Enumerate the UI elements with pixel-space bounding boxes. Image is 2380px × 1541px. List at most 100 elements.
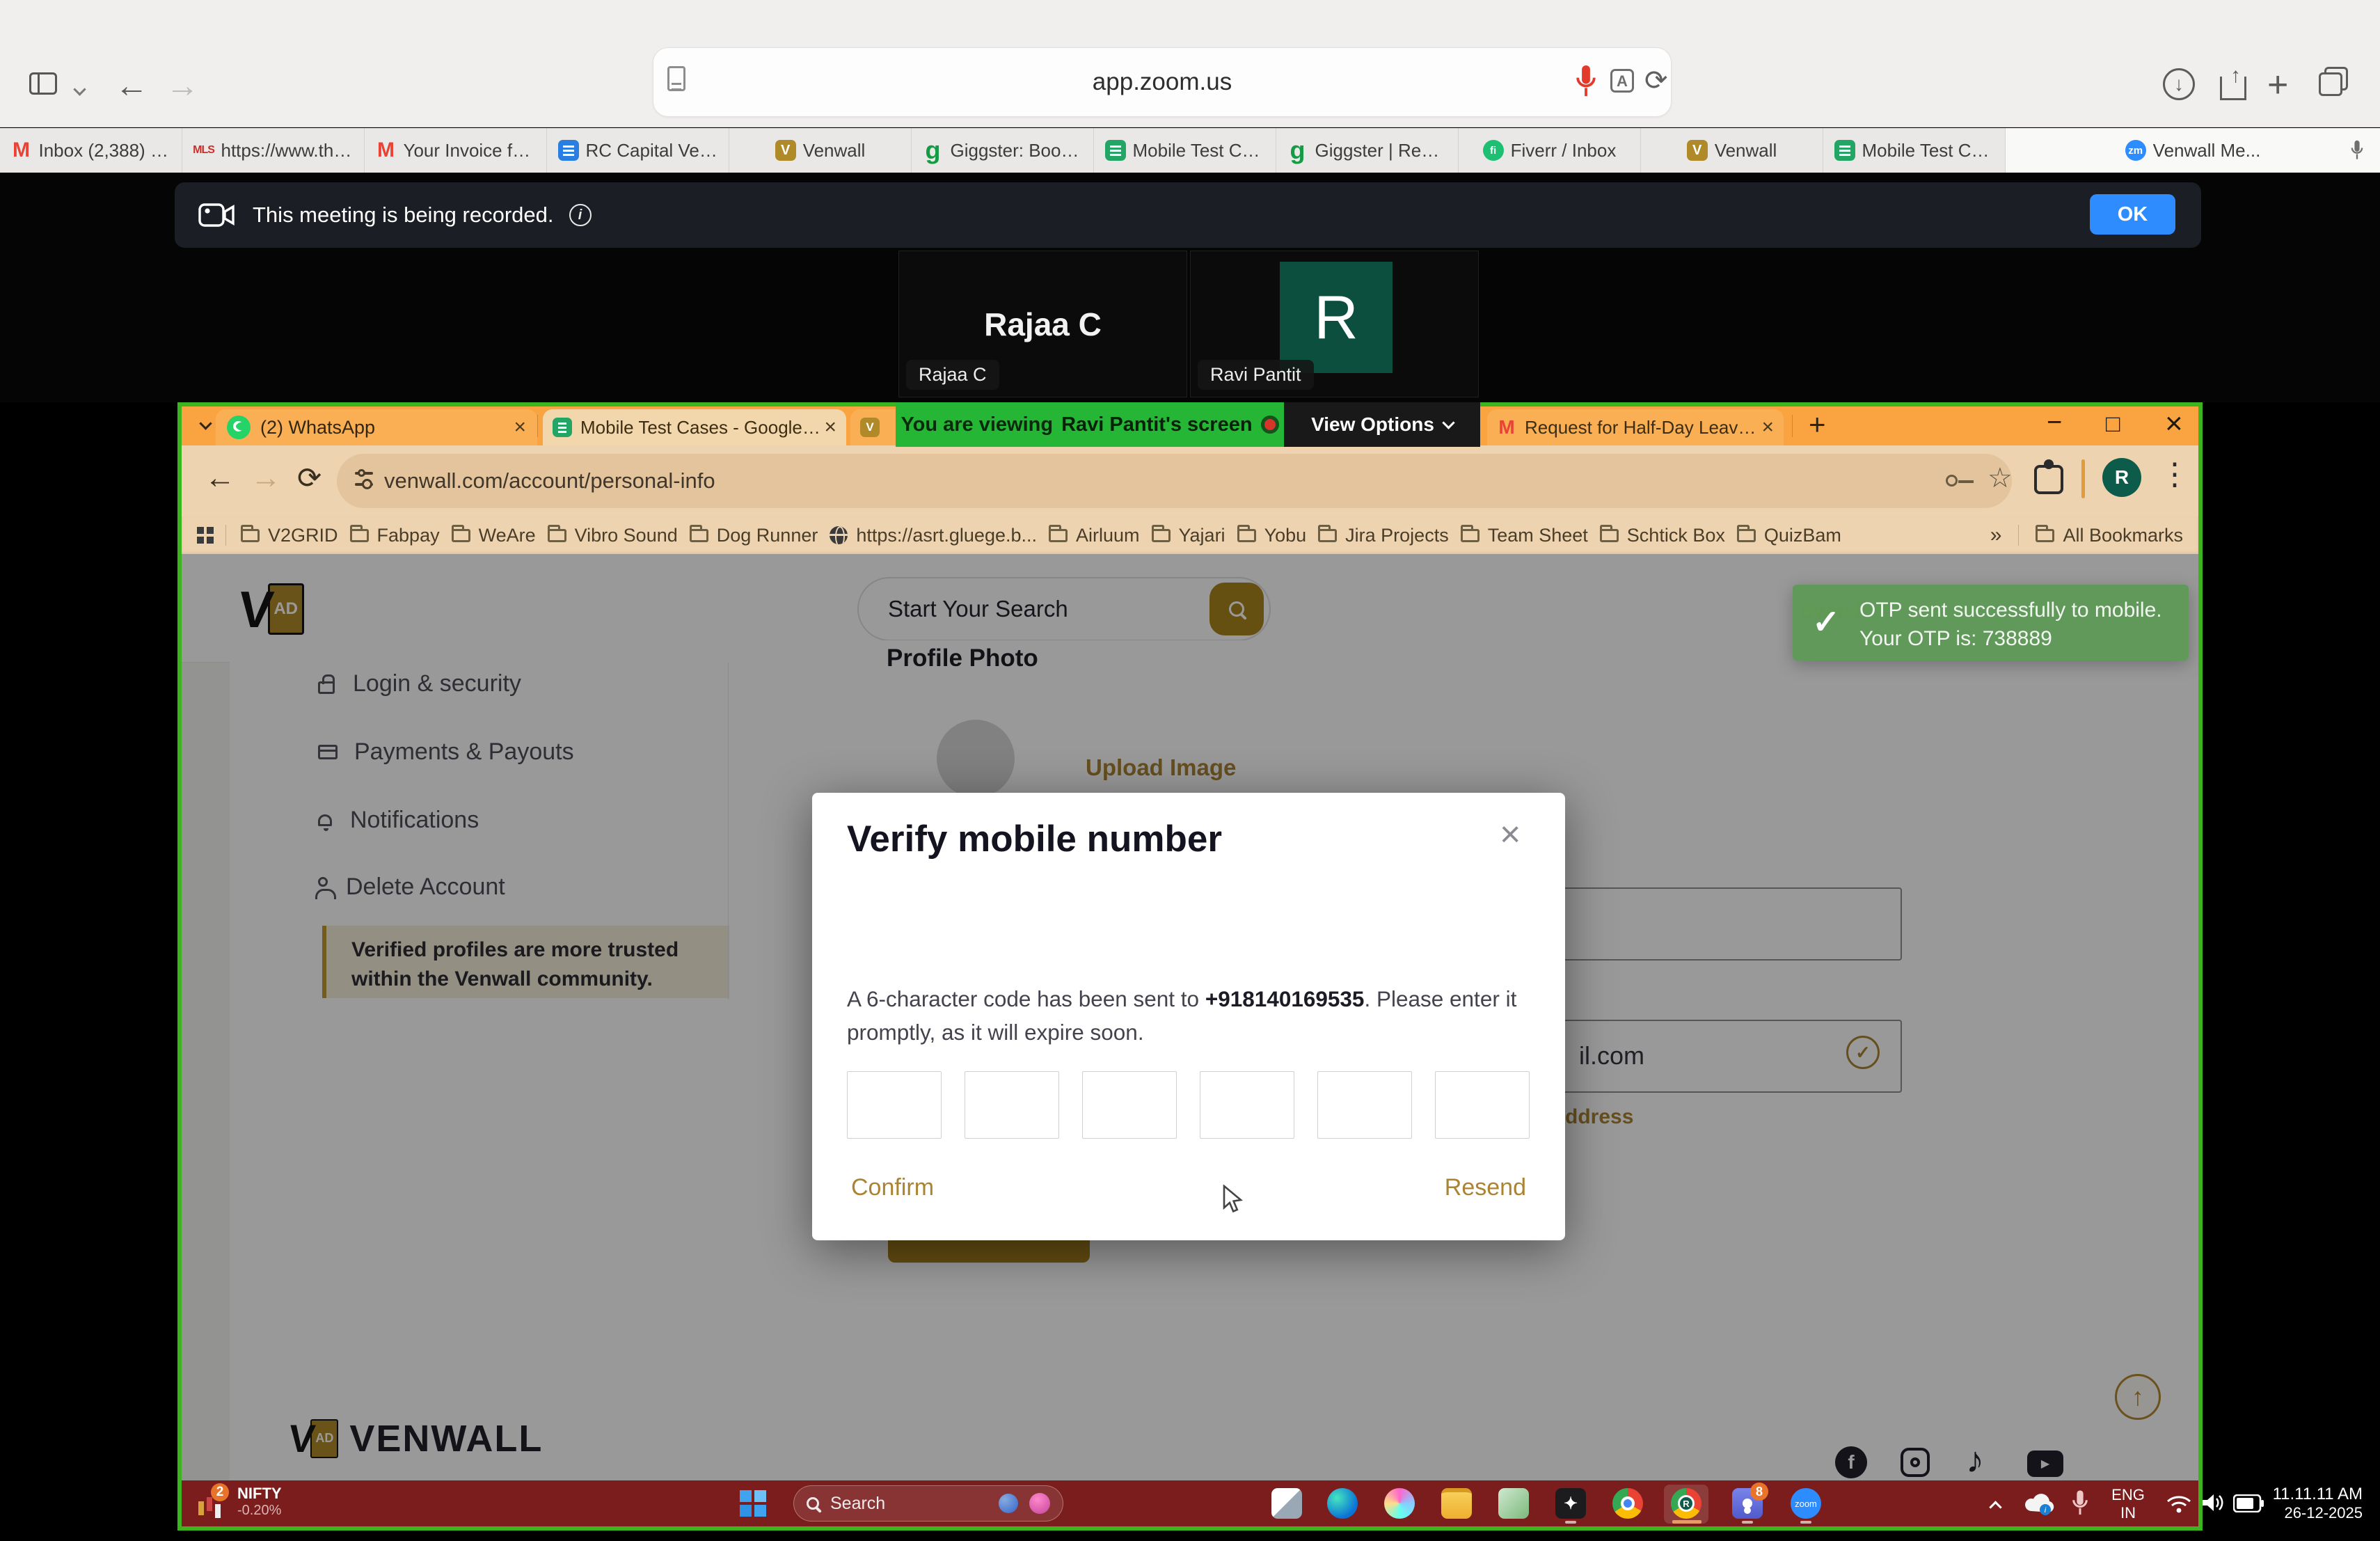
inner-tab-gmail[interactable]: M Request for Half-Day Leave - ra × (1487, 409, 1784, 445)
toolbar-chevron-down-icon[interactable] (73, 83, 86, 95)
edge-icon[interactable] (1327, 1488, 1358, 1519)
wifi-icon[interactable] (2165, 1493, 2193, 1514)
bookmark-item[interactable]: QuizBam (1737, 525, 1841, 546)
onedrive-cloud-icon[interactable]: i (2022, 1492, 2055, 1515)
modal-close-icon[interactable]: × (1500, 814, 1521, 855)
language-indicator[interactable]: ENGIN (2104, 1486, 2152, 1522)
giggster-icon: g (1287, 140, 1308, 161)
bookmark-item[interactable]: Dog Runner (690, 525, 818, 546)
clock-indicator[interactable]: 11.11.11 AM 26-12-2025 (2242, 1485, 2363, 1522)
chrome-icon[interactable] (1612, 1488, 1643, 1519)
bookmark-item[interactable]: Vibro Sound (548, 525, 678, 546)
tab-mls[interactable]: MLS https://www.the... (182, 128, 365, 173)
whatsapp-icon (227, 416, 251, 439)
start-button[interactable] (740, 1490, 766, 1517)
verify-mobile-modal: Verify mobile number × A 6-character cod… (812, 793, 1565, 1240)
tab-close-icon[interactable]: × (824, 416, 836, 439)
tab-close-icon[interactable]: × (514, 416, 526, 439)
window-close-icon[interactable]: × (2165, 406, 2183, 441)
bookmark-item[interactable]: Yajari (1152, 525, 1225, 546)
inner-tab-sheets-active[interactable]: Mobile Test Cases - Google She × (543, 409, 846, 445)
info-icon[interactable]: i (569, 204, 592, 226)
tab-giggster-2[interactable]: g Giggster | Rent... (1276, 128, 1459, 173)
bookmarks-overflow-icon[interactable]: » (1990, 523, 2002, 547)
bookmark-star-icon[interactable]: ☆ (1988, 462, 2013, 494)
tab-overview-icon[interactable] (2319, 72, 2342, 96)
tray-chevron-up-icon[interactable] (1989, 1501, 2001, 1513)
otp-input-1[interactable] (847, 1071, 942, 1139)
resend-button[interactable]: Resend (1445, 1174, 1526, 1201)
back-button[interactable]: ← (115, 67, 148, 105)
bookmark-item[interactable]: https://asrt.gluege.b... (830, 525, 1037, 546)
bookmark-item[interactable]: V2GRID (241, 525, 338, 546)
bookmark-item[interactable]: Fabpay (350, 525, 440, 546)
inner-back-icon[interactable]: ← (205, 461, 235, 496)
tray-mic-icon[interactable] (2070, 1489, 2090, 1519)
tab-fiverr[interactable]: fi Fiverr / Inbox (1459, 128, 1641, 173)
bookmark-item[interactable]: Yobu (1237, 525, 1307, 546)
inner-forward-icon[interactable]: → (251, 461, 281, 496)
file-explorer-icon[interactable] (1441, 1488, 1472, 1519)
participant-tile-ravi[interactable]: R Ravi Pantit (1190, 251, 1479, 397)
otp-input-4[interactable] (1200, 1071, 1294, 1139)
recording-ok-button[interactable]: OK (2090, 194, 2175, 235)
otp-input-3[interactable] (1082, 1071, 1177, 1139)
taskbar-search[interactable]: Search (793, 1485, 1063, 1522)
tab-zoom-active[interactable]: zm Venwall Me... (2006, 128, 2380, 173)
bookmark-item[interactable]: Team Sheet (1461, 525, 1588, 546)
tab-invoice[interactable]: M Your Invoice fro... (365, 128, 547, 173)
copilot-icon[interactable] (1384, 1488, 1415, 1519)
mic-icon[interactable] (1573, 63, 1598, 102)
window-minimize-icon[interactable]: − (2047, 408, 2062, 438)
gmail-icon: M (1497, 418, 1516, 437)
forward-button[interactable]: → (166, 67, 199, 105)
tab-venwall-2[interactable]: V Venwall (1641, 128, 1823, 173)
zoom-app-icon[interactable]: zoom (1791, 1488, 1821, 1519)
window-maximize-icon[interactable]: □ (2106, 411, 2120, 438)
otp-toast: ✓ OTP sent successfully to mobile. Your … (1793, 585, 2189, 661)
volume-icon[interactable] (2200, 1492, 2225, 1514)
tab-sheets-1[interactable]: Mobile Test Ca... (1094, 128, 1276, 173)
toast-line1: OTP sent successfully to mobile. (1859, 596, 2162, 624)
apps-grid-icon[interactable] (197, 527, 214, 544)
sidebar-toggle-icon[interactable] (29, 72, 57, 95)
bookmark-item[interactable]: WeAre (452, 525, 536, 546)
tab-venwall[interactable]: V Venwall (729, 128, 912, 173)
new-tab-icon[interactable]: + (2267, 64, 2288, 106)
inner-tab-whatsapp[interactable]: (2) WhatsApp × (216, 409, 537, 445)
browser-avatar[interactable]: R (2102, 458, 2141, 497)
widgets-app-icon[interactable] (1271, 1488, 1302, 1519)
photos-app-icon[interactable] (1498, 1488, 1529, 1519)
key-icon-shaft (1958, 480, 1974, 483)
otp-input-6[interactable] (1435, 1071, 1530, 1139)
browser-menu-dots-icon[interactable]: ⋮ (2159, 457, 2190, 492)
tab-sheets-2[interactable]: Mobile Test Ca... (1823, 128, 2006, 173)
inner-reload-icon[interactable]: ⟳ (297, 461, 322, 495)
tab-rc-capital[interactable]: RC Capital Vent... (547, 128, 729, 173)
downloads-icon[interactable]: ↓ (2163, 68, 2195, 100)
extensions-puzzle-icon[interactable] (2034, 465, 2063, 494)
participant-tile-rajaa[interactable]: Rajaa C Rajaa C (898, 251, 1187, 397)
reload-icon[interactable]: ⟳ (1644, 65, 1668, 97)
all-bookmarks-button[interactable]: All Bookmarks (2036, 525, 2183, 546)
confirm-button[interactable]: Confirm (851, 1174, 934, 1201)
tab-inbox[interactable]: M Inbox (2,388) -... (0, 128, 182, 173)
dark-app-icon[interactable]: ✦ (1555, 1488, 1586, 1519)
tab-giggster[interactable]: g Giggster: Book... (912, 128, 1094, 173)
otp-input-2[interactable] (965, 1071, 1059, 1139)
new-tab-plus-icon[interactable]: + (1809, 408, 1826, 441)
tab-search-chevron-icon[interactable] (199, 417, 212, 429)
bookmark-item[interactable]: Jira Projects (1318, 525, 1449, 546)
otp-input-5[interactable] (1317, 1071, 1412, 1139)
teams-icon[interactable]: 8 (1732, 1488, 1763, 1519)
tab-close-icon[interactable]: × (1761, 416, 1774, 439)
view-options-button[interactable]: View Options (1284, 402, 1480, 447)
key-icon[interactable] (1946, 475, 1958, 487)
taskbar-stock-widget[interactable]: 2 NIFTY -0.20% (196, 1485, 282, 1519)
chrome-profile-icon[interactable]: R (1671, 1488, 1701, 1519)
outer-address-bar[interactable]: app.zoom.us A ⟳ (653, 47, 1672, 117)
bookmark-item[interactable]: Airluum (1049, 525, 1140, 546)
inner-address-bar[interactable]: venwall.com/account/personal-info ☆ (337, 454, 2012, 508)
bookmark-item[interactable]: Schtick Box (1600, 525, 1725, 546)
translate-icon[interactable]: A (1610, 69, 1634, 93)
